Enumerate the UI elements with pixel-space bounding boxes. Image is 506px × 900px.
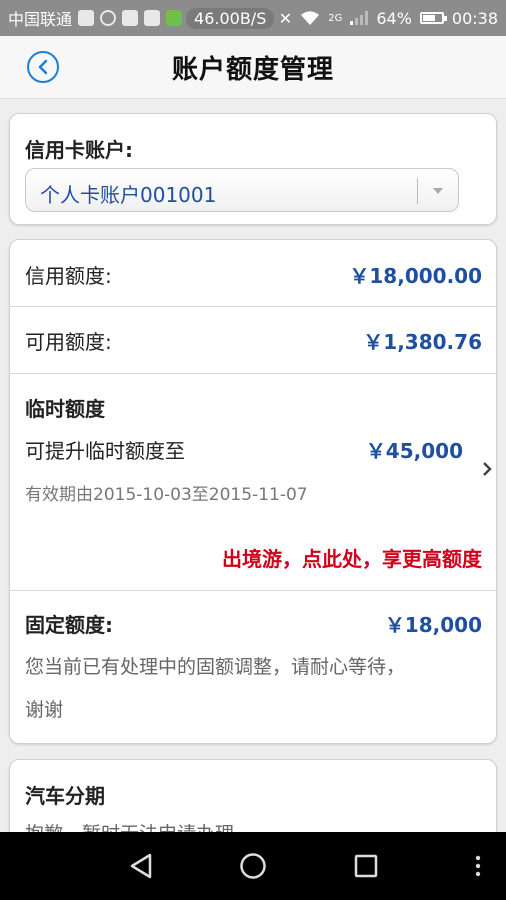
chevron-left-icon (38, 59, 48, 75)
credit-limit-label: 信用额度: (25, 264, 112, 288)
available-limit-label: 可用额度: (25, 330, 112, 354)
account-selected-value: 个人卡账户001001 (40, 183, 217, 207)
car-installment-title: 汽车分期 (25, 784, 105, 808)
triangle-back-icon (130, 853, 152, 879)
signal-icon (350, 11, 369, 25)
page-title: 账户额度管理 (171, 54, 334, 85)
credit-limit-row: 信用额度: ￥18,000.00 (10, 240, 496, 306)
fixed-limit-section: 固定额度: ￥18,000 您当前已有处理中的固额调整，请耐心等待， 谢谢 (10, 591, 496, 743)
nav-home-button[interactable] (223, 832, 283, 900)
network-speed: 46.00B/S (186, 7, 275, 29)
temp-limit-section[interactable]: 临时额度 可提升临时额度至 ￥45,000 有效期由2015-10-03至201… (10, 374, 496, 590)
circle-home-icon (240, 853, 266, 879)
chevron-right-icon (483, 462, 492, 476)
status-bar: 中国联通 46.00B/S ✕ 2G 64% 00:38 (0, 0, 506, 36)
app-header: 账户额度管理 (0, 36, 506, 99)
temp-limit-raise-value: ￥45,000 (365, 439, 463, 463)
account-card: 信用卡账户: 个人卡账户001001 (9, 113, 497, 225)
app-notification-icon (78, 10, 95, 26)
fixed-limit-label: 固定额度: (25, 613, 113, 637)
nav-back-button[interactable] (111, 832, 171, 900)
nav-menu-button[interactable] (448, 832, 506, 900)
fixed-limit-note-line2: 谢谢 (25, 699, 64, 721)
carrier-label: 中国联通 (8, 10, 73, 29)
square-recents-icon (354, 854, 378, 878)
temp-limit-raise-label: 可提升临时额度至 (25, 439, 185, 463)
wifi-share-icon (166, 10, 183, 26)
system-nav-bar (0, 832, 506, 900)
nav-recents-button[interactable] (336, 832, 396, 900)
temp-limit-validity: 有效期由2015-10-03至2015-11-07 (25, 485, 308, 505)
limits-card: 信用额度: ￥18,000.00 可用额度: ￥1,380.76 临时额度 可提… (9, 239, 497, 744)
available-limit-value: ￥1,380.76 (363, 330, 482, 354)
clock: 00:38 (451, 8, 498, 28)
fixed-limit-note-line1: 您当前已有处理中的固额调整，请耐心等待， (25, 656, 406, 678)
headset-icon (100, 10, 117, 26)
available-limit-row: 可用额度: ￥1,380.76 (10, 307, 496, 373)
select-divider (417, 178, 418, 204)
network-type: 2G (328, 12, 343, 24)
shield-icon (122, 10, 139, 26)
promo-link[interactable]: 出境游，点此处，享更高额度 (222, 543, 482, 572)
more-dots-icon (475, 855, 481, 877)
credit-limit-value: ￥18,000.00 (349, 264, 482, 288)
account-select[interactable]: 个人卡账户001001 (25, 168, 459, 212)
battery-icon (419, 12, 447, 24)
chevron-down-icon (433, 188, 443, 194)
back-button[interactable] (27, 51, 59, 83)
fixed-limit-value: ￥18,000 (384, 613, 482, 637)
wifi-icon (301, 11, 320, 25)
mute-icon: ✕ (278, 8, 293, 28)
security-app-icon (144, 10, 161, 26)
battery-percent: 64% (376, 8, 412, 28)
account-label: 信用卡账户: (25, 138, 133, 162)
temp-limit-title: 临时额度 (25, 397, 105, 421)
